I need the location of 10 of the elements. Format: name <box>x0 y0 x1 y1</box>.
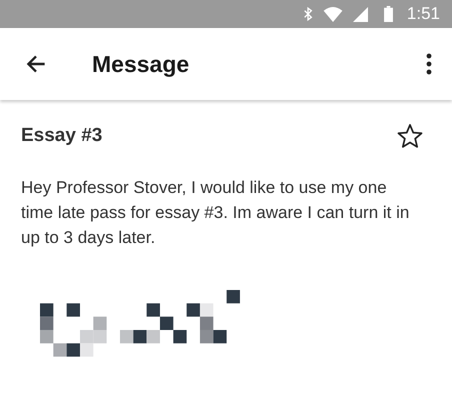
wifi-icon <box>322 6 343 22</box>
screen-title: Message <box>92 50 190 78</box>
more-options-icon[interactable] <box>426 52 432 76</box>
battery-icon <box>384 6 393 22</box>
message-subject: Essay #3 <box>21 125 102 147</box>
star-icon[interactable] <box>397 123 423 149</box>
signal-icon <box>352 6 368 22</box>
message-body: Hey Professor Stover, I would like to use my one time late pass for essay #3. Im aware I can turn it in up to 3 days later. <box>21 177 410 249</box>
bluetooth-icon <box>302 6 313 22</box>
clock-time: 1:51 <box>406 4 440 24</box>
